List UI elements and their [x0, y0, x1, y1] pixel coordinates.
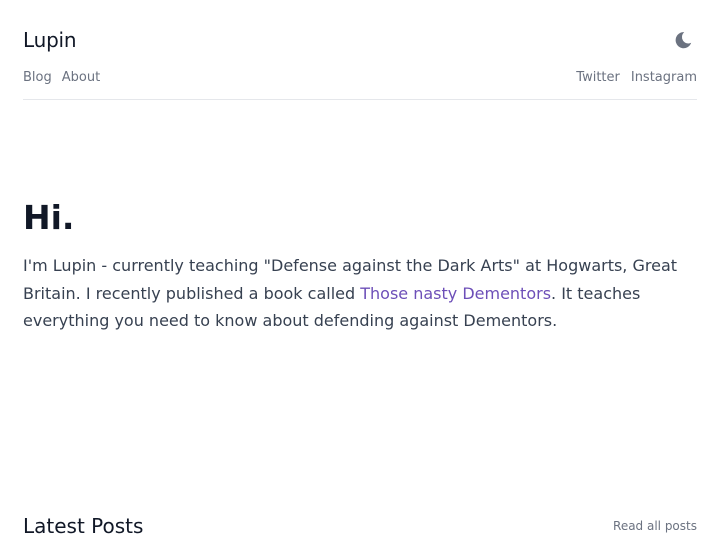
page-container: Lupin Blog About Twitter Instagram Hi. I…	[23, 0, 697, 540]
nav-link-about[interactable]: About	[62, 69, 100, 87]
latest-posts-heading: Latest Posts	[23, 514, 144, 538]
nav-link-twitter[interactable]: Twitter	[576, 69, 620, 87]
hero-title: Hi.	[23, 198, 75, 237]
read-all-posts-link[interactable]: Read all posts	[613, 518, 697, 534]
nav-left-group: Blog About	[23, 69, 100, 87]
site-header: Lupin	[23, 26, 697, 54]
site-title-link[interactable]: Lupin	[23, 26, 77, 54]
hero-intro-text: I'm Lupin - currently teaching "Defense …	[23, 252, 703, 335]
moon-icon[interactable]	[673, 30, 693, 50]
main-nav: Blog About Twitter Instagram	[23, 69, 697, 87]
book-link[interactable]: Those nasty Dementors	[360, 284, 551, 303]
header-divider	[23, 99, 697, 100]
nav-right-group: Twitter Instagram	[576, 69, 697, 87]
moon-icon-svg	[675, 32, 692, 49]
nav-link-blog[interactable]: Blog	[23, 69, 52, 87]
nav-link-instagram[interactable]: Instagram	[631, 69, 697, 87]
